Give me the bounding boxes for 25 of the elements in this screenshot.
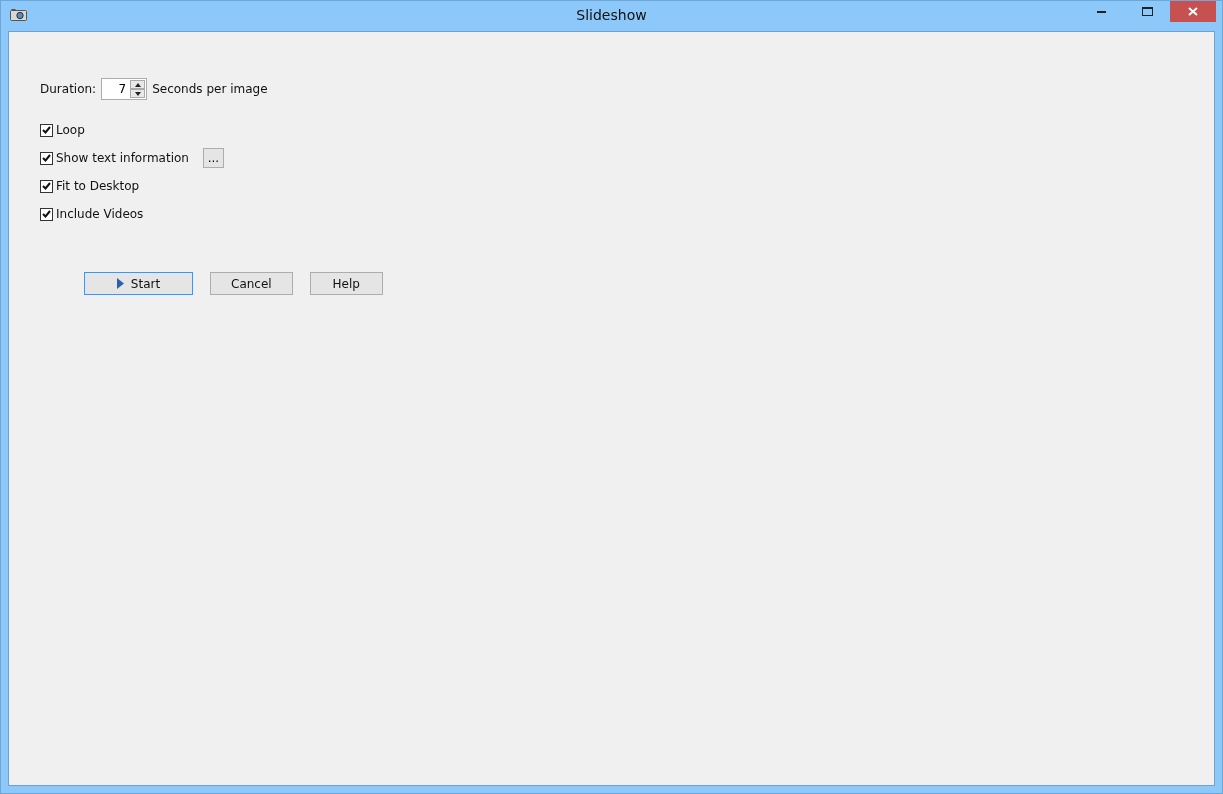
up-arrow-icon bbox=[134, 82, 141, 87]
dialog-button[interactable]: Cancel bbox=[210, 272, 293, 295]
checkbox-label: Loop bbox=[56, 123, 85, 137]
checkbox[interactable] bbox=[40, 207, 53, 221]
checkbox[interactable] bbox=[40, 151, 53, 165]
checkbox[interactable] bbox=[40, 179, 53, 193]
dialog-button[interactable]: Help bbox=[309, 272, 383, 295]
close-button[interactable] bbox=[1170, 1, 1216, 22]
duration-unit: Seconds per image bbox=[152, 82, 268, 96]
more-button[interactable]: ... bbox=[202, 148, 224, 168]
checkbox[interactable] bbox=[40, 123, 53, 137]
minimize-icon bbox=[1096, 10, 1106, 13]
close-icon bbox=[1188, 7, 1198, 16]
window-title: Slideshow bbox=[576, 7, 647, 23]
down-arrow-icon bbox=[134, 91, 141, 96]
camera-icon bbox=[10, 8, 28, 22]
checkbox-label: Show text information bbox=[56, 151, 189, 165]
maximize-icon bbox=[1141, 7, 1153, 16]
play-icon bbox=[116, 278, 124, 289]
checkbox-label: Fit to Desktop bbox=[56, 179, 140, 193]
duration-label: Duration: bbox=[40, 82, 97, 96]
checkbox-label: Include Videos bbox=[56, 207, 144, 221]
spin-up-button[interactable] bbox=[130, 80, 146, 89]
start-button[interactable]: Start bbox=[84, 272, 193, 295]
spin-down-button[interactable] bbox=[130, 89, 146, 98]
